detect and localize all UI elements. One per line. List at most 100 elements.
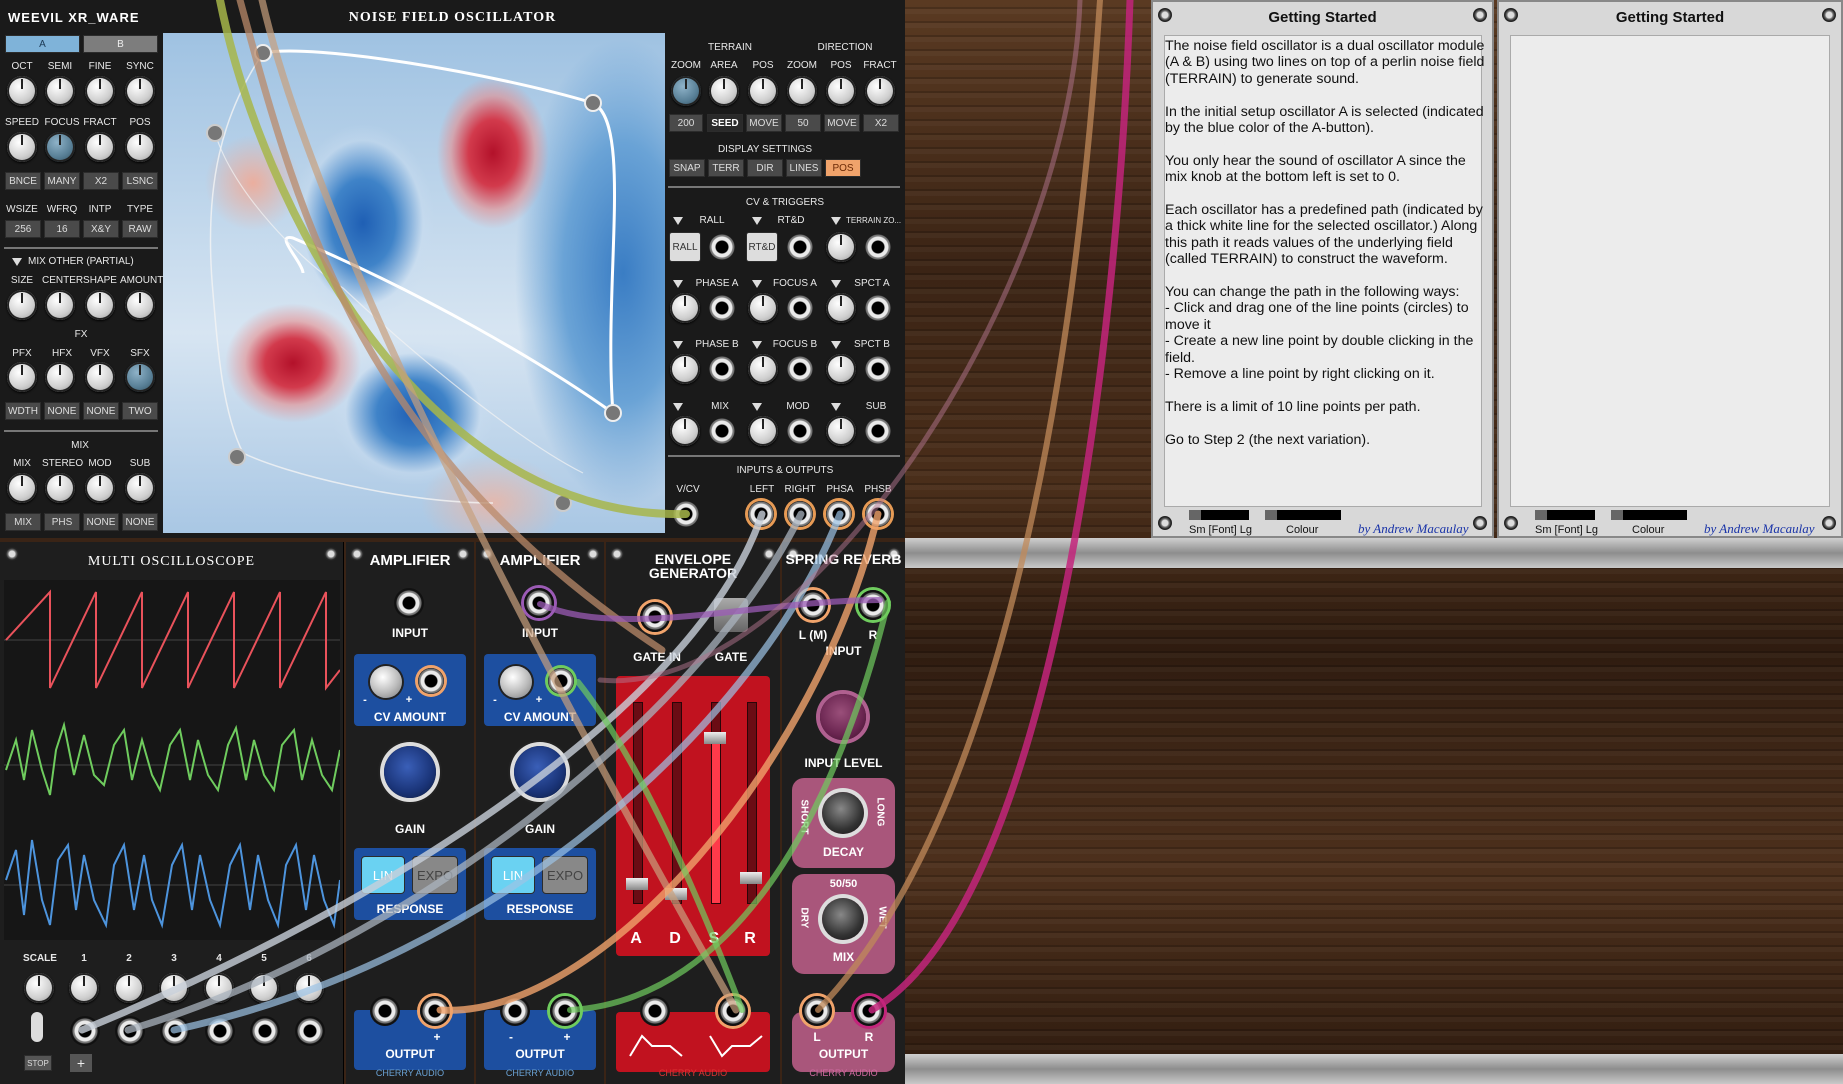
center-knob[interactable] bbox=[45, 290, 75, 320]
amount-knob[interactable] bbox=[125, 290, 155, 320]
mod-cv-jack[interactable] bbox=[787, 418, 813, 444]
channel-2-knob[interactable] bbox=[114, 973, 144, 1003]
env-output-jack[interactable] bbox=[640, 996, 670, 1026]
scale-knob[interactable] bbox=[24, 973, 54, 1003]
output-minus-jack[interactable] bbox=[500, 996, 530, 1026]
attack-fader[interactable] bbox=[626, 878, 648, 890]
focus-b-knob[interactable] bbox=[748, 354, 778, 384]
direction-pos-knob[interactable] bbox=[826, 76, 856, 106]
speed-knob[interactable] bbox=[7, 132, 37, 162]
hfx-knob[interactable] bbox=[45, 362, 75, 392]
wfrq-button[interactable]: 16 bbox=[44, 220, 80, 238]
decay-knob[interactable] bbox=[822, 792, 864, 834]
spct-b-knob[interactable] bbox=[826, 354, 856, 384]
wdth-button[interactable]: WDTH bbox=[5, 402, 41, 420]
phase-b-jack[interactable] bbox=[709, 356, 735, 382]
focus-b-toggle-icon[interactable] bbox=[752, 341, 762, 349]
phase-b-knob[interactable] bbox=[670, 354, 700, 384]
size-knob[interactable] bbox=[7, 290, 37, 320]
mod-knob[interactable] bbox=[85, 473, 115, 503]
mix-other-toggle-icon[interactable] bbox=[12, 258, 22, 266]
stereo-knob[interactable] bbox=[45, 473, 75, 503]
focus-a-knob[interactable] bbox=[748, 293, 778, 323]
channel-3-knob[interactable] bbox=[159, 973, 189, 1003]
sub-cv-toggle-icon[interactable] bbox=[831, 403, 841, 411]
reverb-right-input-jack[interactable] bbox=[858, 590, 888, 620]
focus-b-jack[interactable] bbox=[787, 356, 813, 382]
type-button[interactable]: RAW bbox=[122, 220, 158, 238]
colour-slider[interactable] bbox=[1265, 510, 1341, 520]
spct-b-jack[interactable] bbox=[865, 356, 891, 382]
osc-b-button[interactable]: B bbox=[83, 35, 158, 53]
right-output-jack[interactable] bbox=[787, 501, 813, 527]
focus-a-jack[interactable] bbox=[787, 295, 813, 321]
mix-cv-knob[interactable] bbox=[670, 416, 700, 446]
output-plus-jack[interactable] bbox=[420, 996, 450, 1026]
reverb-left-output-jack[interactable] bbox=[802, 996, 832, 1026]
release-fader[interactable] bbox=[740, 872, 762, 884]
channel-5-knob[interactable] bbox=[249, 973, 279, 1003]
terrain-move-button[interactable]: MOVE bbox=[746, 114, 782, 132]
pos-knob[interactable] bbox=[125, 132, 155, 162]
output-minus-jack[interactable] bbox=[370, 996, 400, 1026]
decay-fader[interactable] bbox=[665, 888, 687, 900]
terrain-zoom-cv-knob[interactable] bbox=[826, 232, 856, 262]
font-size-slider[interactable] bbox=[1535, 510, 1595, 520]
phase-a-knob[interactable] bbox=[670, 293, 700, 323]
dir-move-button[interactable]: MOVE bbox=[824, 114, 860, 132]
dir-button[interactable]: DIR bbox=[747, 159, 783, 177]
terr-button[interactable]: TERR bbox=[708, 159, 744, 177]
rall-button[interactable]: RALL bbox=[669, 232, 701, 262]
cv-amount-knob[interactable] bbox=[500, 666, 532, 698]
vcv-input-jack[interactable] bbox=[673, 501, 699, 527]
channel-5-jack[interactable] bbox=[250, 1016, 280, 1046]
terrain-pos-knob[interactable] bbox=[748, 76, 778, 106]
path-point[interactable] bbox=[206, 124, 224, 142]
spct-a-knob[interactable] bbox=[826, 293, 856, 323]
focus-knob[interactable] bbox=[45, 132, 75, 162]
sustain-fader[interactable] bbox=[704, 732, 726, 744]
path-point[interactable] bbox=[584, 94, 602, 112]
wsize-button[interactable]: 256 bbox=[5, 220, 41, 238]
reverb-right-output-jack[interactable] bbox=[854, 996, 884, 1026]
gain-knob[interactable] bbox=[384, 746, 436, 798]
path-point[interactable] bbox=[228, 448, 246, 466]
mix-cv-jack[interactable] bbox=[709, 418, 735, 444]
many-button[interactable]: MANY bbox=[44, 172, 80, 190]
terrain-zoom-knob[interactable] bbox=[671, 76, 701, 106]
vfx-knob[interactable] bbox=[85, 362, 115, 392]
lines-button[interactable]: LINES bbox=[786, 159, 822, 177]
hfx-none-button[interactable]: NONE bbox=[44, 402, 80, 420]
path-point[interactable] bbox=[554, 494, 572, 512]
notes-text-area[interactable] bbox=[1510, 35, 1830, 507]
amp-input-jack[interactable] bbox=[524, 588, 554, 618]
amp-input-jack[interactable] bbox=[394, 588, 424, 618]
phsa-output-jack[interactable] bbox=[826, 501, 852, 527]
snap-button[interactable]: SNAP bbox=[669, 159, 705, 177]
sub-cv-jack[interactable] bbox=[865, 418, 891, 444]
mix-knob[interactable] bbox=[7, 473, 37, 503]
channel-1-knob[interactable] bbox=[69, 973, 99, 1003]
vfx-none-button[interactable]: NONE bbox=[83, 402, 119, 420]
cv-input-jack[interactable] bbox=[418, 668, 444, 694]
sync-knob[interactable] bbox=[125, 76, 155, 106]
spct-b-toggle-icon[interactable] bbox=[831, 341, 841, 349]
cv-amount-knob[interactable] bbox=[370, 666, 402, 698]
phsb-output-jack[interactable] bbox=[865, 501, 891, 527]
path-point[interactable] bbox=[604, 404, 622, 422]
fine-knob[interactable] bbox=[85, 76, 115, 106]
phase-b-toggle-icon[interactable] bbox=[673, 341, 683, 349]
seed-button[interactable]: SEED bbox=[707, 114, 743, 132]
stop-button[interactable]: STOP bbox=[24, 1055, 52, 1071]
channel-4-knob[interactable] bbox=[204, 973, 234, 1003]
channel-6-jack[interactable] bbox=[295, 1016, 325, 1046]
channel-6-knob[interactable] bbox=[294, 973, 324, 1003]
spct-a-jack[interactable] bbox=[865, 295, 891, 321]
two-button[interactable]: TWO bbox=[122, 402, 158, 420]
direction-zoom-knob[interactable] bbox=[787, 76, 817, 106]
oct-knob[interactable] bbox=[7, 76, 37, 106]
dir-zoom-value-button[interactable]: 50 bbox=[785, 114, 821, 132]
channel-2-jack[interactable] bbox=[115, 1016, 145, 1046]
reverb-left-input-jack[interactable] bbox=[798, 590, 828, 620]
semi-knob[interactable] bbox=[45, 76, 75, 106]
